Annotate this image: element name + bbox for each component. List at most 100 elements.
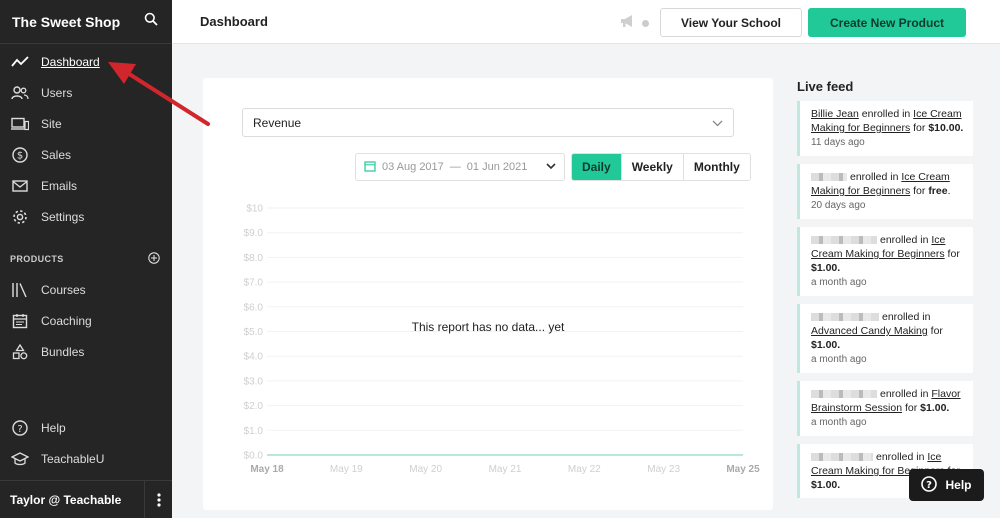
feed-timestamp: a month ago (811, 417, 867, 428)
feed-prep: for (910, 185, 929, 197)
redacted-name (811, 453, 873, 462)
svg-text:?: ? (17, 423, 22, 434)
users-icon (10, 84, 30, 102)
help-button-label: Help (945, 478, 972, 492)
monthly-button[interactable]: Monthly (682, 154, 750, 180)
dollar-circle-icon: $ (10, 146, 30, 164)
search-icon[interactable] (144, 12, 158, 31)
feed-timestamp: 20 days ago (811, 200, 866, 211)
granularity-toggle: Daily Weekly Monthly (571, 153, 751, 181)
sidebar-item-label: TeachableU (41, 451, 105, 466)
sidebar-item-sales[interactable]: $ Sales (0, 139, 172, 170)
trend-line-icon (10, 53, 30, 71)
sidebar-item-label: Bundles (41, 344, 85, 359)
account-bar: Taylor @ Teachable (0, 480, 172, 518)
feed-suffix: . (947, 185, 951, 197)
y-tick-label: $9.0 (244, 228, 264, 239)
feed-timestamp: a month ago (811, 277, 867, 288)
feed-verb: enrolled in (882, 311, 931, 323)
y-tick-label: $4.0 (244, 352, 264, 363)
page-title: Dashboard (200, 14, 268, 29)
date-range-picker[interactable]: 03 Aug 2017 — 01 Jun 2021 (355, 153, 565, 181)
sidebar-item-settings[interactable]: Settings (0, 201, 172, 232)
feed-item-text: Billie Jean enrolled in Ice Cream Making… (811, 107, 965, 135)
live-feed-title: Live feed (797, 79, 854, 94)
brand-bar: The Sweet Shop (0, 0, 172, 44)
sidebar-item-coaching[interactable]: Coaching (0, 305, 172, 336)
feed-item[interactable]: enrolled in Advanced Candy Making for $1… (797, 304, 973, 373)
feed-prep: for (944, 248, 960, 260)
sidebar-item-label: Site (41, 116, 62, 131)
x-tick-label: May 20 (409, 464, 442, 475)
metric-select[interactable]: Revenue (242, 108, 734, 137)
announcements[interactable] (620, 14, 649, 33)
account-name[interactable]: Taylor @ Teachable (10, 493, 121, 507)
calendar-icon (10, 312, 30, 330)
feed-item-text: enrolled in Flavor Brainstorm Session fo… (811, 387, 965, 415)
empty-state-message: This report has no data... yet (411, 320, 565, 334)
create-product-button[interactable]: Create New Product (808, 8, 966, 37)
mail-icon (10, 177, 30, 195)
x-tick-label: May 21 (489, 464, 522, 475)
weekly-button[interactable]: Weekly (620, 154, 683, 180)
feed-item[interactable]: enrolled in Flavor Brainstorm Session fo… (797, 381, 973, 436)
sidebar-item-label: Settings (41, 209, 85, 224)
support-nav: ? Help TeachableU (0, 410, 172, 474)
y-tick-label: $3.0 (244, 376, 264, 387)
calendar-icon (364, 160, 376, 175)
chevron-down-icon (712, 116, 723, 130)
feed-item[interactable]: enrolled in Ice Cream Making for Beginne… (797, 164, 973, 219)
y-tick-label: $1.0 (244, 426, 264, 437)
sidebar-item-teachableu[interactable]: TeachableU (0, 443, 172, 474)
sidebar-item-help[interactable]: ? Help (0, 412, 172, 443)
add-product-icon[interactable] (148, 252, 160, 266)
enrollment-amount: free (928, 185, 948, 197)
sidebar-item-courses[interactable]: Courses (0, 274, 172, 305)
enrollment-amount: $1.00. (811, 479, 841, 491)
products-nav: Courses Coaching Bundles (0, 272, 172, 367)
more-options-icon[interactable] (144, 480, 172, 518)
live-feed: Billie Jean enrolled in Ice Cream Making… (797, 101, 973, 506)
x-tick-label: May 18 (250, 464, 284, 475)
books-icon (10, 281, 30, 299)
sidebar-item-emails[interactable]: Emails (0, 170, 172, 201)
daily-button[interactable]: Daily (572, 154, 621, 180)
megaphone-icon[interactable] (620, 14, 636, 33)
help-button[interactable]: ? Help (909, 469, 984, 501)
svg-text:?: ? (927, 479, 933, 490)
y-tick-label: $10 (246, 204, 263, 215)
feed-verb: enrolled in (850, 171, 902, 183)
date-end: 01 Jun 2021 (466, 161, 528, 173)
annotation-arrow (108, 62, 210, 126)
sidebar-item-label: Dashboard (41, 54, 100, 69)
x-tick-label: May 23 (647, 464, 680, 475)
status-dot (642, 20, 649, 27)
y-tick-label: $0.0 (244, 451, 264, 462)
products-heading: PRODUCTS (10, 254, 64, 264)
feed-timestamp: 11 days ago (811, 137, 865, 148)
school-name[interactable]: The Sweet Shop (12, 14, 120, 30)
question-circle-icon: ? (10, 419, 30, 437)
sidebar-item-bundles[interactable]: Bundles (0, 336, 172, 367)
chevron-down-icon (546, 161, 556, 173)
gear-icon (10, 208, 30, 226)
y-tick-label: $2.0 (244, 401, 264, 412)
top-bar: Dashboard View Your School Create New Pr… (172, 0, 1000, 44)
sidebar-item-label: Users (41, 85, 73, 100)
graduation-cap-icon (10, 450, 30, 468)
feed-timestamp: a month ago (811, 354, 867, 365)
x-tick-label: May 19 (330, 464, 363, 475)
feed-item[interactable]: Billie Jean enrolled in Ice Cream Making… (797, 101, 973, 156)
feed-prep: for (910, 122, 929, 134)
revenue-chart: $10$9.0$8.0$7.0$6.0$5.0$4.0$3.0$2.0$1.0$… (244, 204, 761, 476)
feed-item[interactable]: enrolled in Ice Cream Making for Beginne… (797, 227, 973, 296)
metric-select-value: Revenue (253, 115, 302, 130)
course-link[interactable]: Advanced Candy Making (811, 325, 928, 337)
y-tick-label: $7.0 (244, 278, 264, 289)
feed-verb: enrolled in (880, 388, 932, 400)
student-name[interactable]: Billie Jean (811, 108, 859, 120)
svg-text:$: $ (17, 150, 23, 161)
view-school-button[interactable]: View Your School (660, 8, 802, 37)
products-section-header: PRODUCTS (0, 246, 172, 272)
feed-verb: enrolled in (858, 108, 914, 120)
